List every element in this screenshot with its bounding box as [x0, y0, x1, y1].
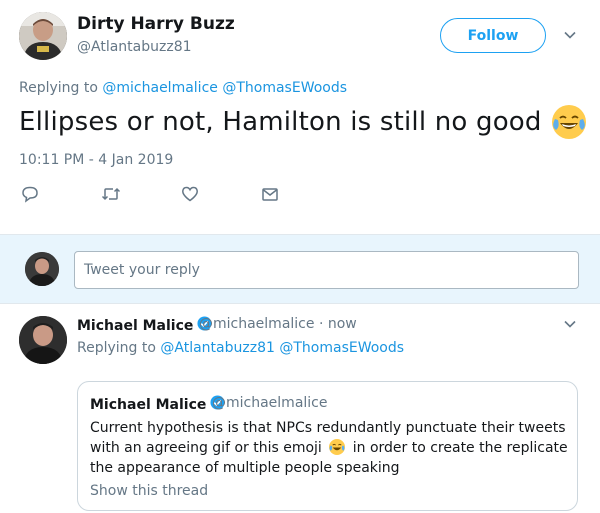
avatar-photo [25, 252, 59, 286]
reply-composer: Tweet your reply [0, 234, 600, 304]
replying-prefix: Replying to [77, 340, 156, 356]
author-avatar[interactable] [19, 12, 67, 60]
mention-link[interactable]: @ThomasEWoods [279, 340, 404, 356]
avatar-photo [19, 12, 67, 60]
tears-of-joy-emoji-icon [329, 439, 346, 455]
avatar-photo [19, 316, 67, 364]
mention-link[interactable]: @michaelmalice [102, 80, 218, 96]
tweet-actions [0, 184, 600, 208]
quote-author-name: Michael Malice [90, 396, 207, 413]
tweet-text-content: Ellipses or not, Hamilton is still no go… [19, 107, 542, 137]
direct-message-icon[interactable] [260, 184, 280, 204]
show-thread-link[interactable]: Show this thread [90, 483, 208, 499]
replying-to: Replying to @Atlantabuzz81 @ThomasEWoods [77, 340, 404, 356]
quote-text: Current hypothesis is that NPCs redundan… [90, 418, 570, 478]
chevron-down-icon[interactable] [563, 316, 577, 335]
author-name[interactable]: Dirty Harry Buzz [77, 14, 235, 34]
follow-button[interactable]: Follow [440, 18, 546, 53]
reply-author-avatar[interactable] [19, 316, 67, 364]
replying-to: Replying to @michaelmalice @ThomasEWoods [19, 80, 347, 96]
current-user-avatar [25, 252, 59, 286]
reply-time[interactable]: · now [319, 316, 357, 332]
replying-prefix: Replying to [19, 80, 98, 96]
reply-icon[interactable] [20, 184, 40, 204]
reply-author-handle[interactable]: @michaelmalice [199, 316, 315, 332]
main-tweet: Dirty Harry Buzz @Atlantabuzz81 Follow R… [0, 0, 600, 234]
chevron-down-icon[interactable] [563, 27, 577, 46]
reply-tweet: Michael Malice @michaelmalice · now Repl… [0, 304, 600, 513]
tweet-text: Ellipses or not, Hamilton is still no go… [19, 105, 586, 139]
quote-author: Michael Malice [90, 395, 225, 414]
reply-input[interactable]: Tweet your reply [74, 251, 579, 289]
mention-link[interactable]: @ThomasEWoods [222, 80, 347, 96]
like-icon[interactable] [180, 184, 200, 204]
author-handle[interactable]: @Atlantabuzz81 [77, 39, 192, 55]
reply-author-name[interactable]: Michael Malice [77, 318, 193, 334]
mention-link[interactable]: @Atlantabuzz81 [160, 340, 275, 356]
retweet-icon[interactable] [101, 184, 121, 204]
quote-author-handle: @michaelmalice [212, 395, 328, 411]
reply-author-meta: @michaelmalice · now [199, 316, 357, 332]
quoted-tweet[interactable]: Michael Malice @michaelmalice Current hy… [77, 381, 578, 511]
reply-author: Michael Malice [77, 316, 212, 335]
tears-of-joy-emoji-icon [551, 105, 586, 139]
tweet-timestamp[interactable]: 10:11 PM - 4 Jan 2019 [19, 152, 173, 168]
